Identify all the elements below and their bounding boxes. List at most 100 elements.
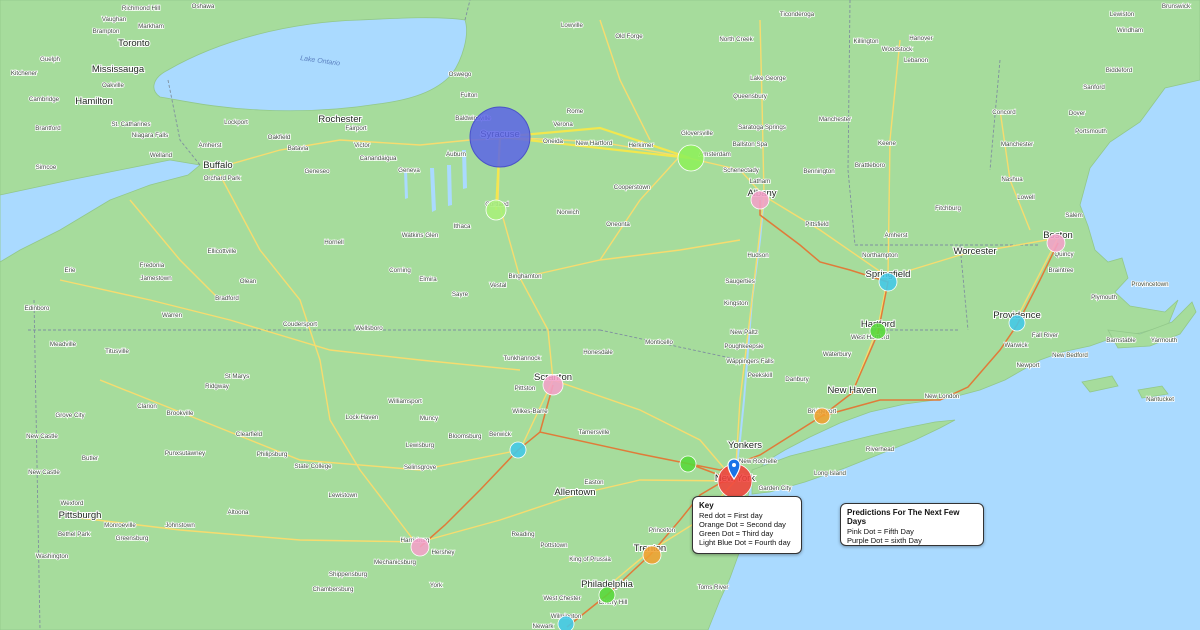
place-label: Clearfield — [236, 431, 263, 438]
place-label: Niagara Falls — [132, 132, 168, 139]
place-label: New Rochelle — [739, 458, 778, 465]
place-label: Greensburg — [116, 535, 149, 542]
storm-marker[interactable] — [1008, 314, 1026, 332]
prediction-line-purple: Purple Dot = sixth Day — [847, 536, 922, 545]
place-label: Bennington — [803, 168, 835, 175]
place-label: Fitchburg — [935, 205, 961, 212]
place-label: Olean — [240, 278, 257, 285]
place-label: Garden City — [758, 485, 792, 492]
city-label: Mississauga — [92, 64, 145, 75]
place-label: Nashua — [1001, 176, 1023, 183]
place-label: Portsmouth — [1075, 128, 1107, 135]
place-label: Erie — [64, 267, 76, 274]
place-label: Auburn — [446, 151, 467, 158]
city-label: Pittsburgh — [59, 510, 102, 521]
predictions-title: Predictions For The Next Few Days — [847, 508, 960, 526]
place-label: Monroeville — [104, 522, 136, 529]
storm-marker[interactable] — [557, 615, 575, 630]
place-label: Hershey — [431, 549, 455, 556]
place-label: Corning — [389, 267, 411, 274]
place-label: Rome — [567, 108, 584, 115]
storm-marker[interactable] — [750, 190, 770, 210]
place-label: Latham — [750, 178, 771, 185]
storm-marker[interactable] — [1046, 233, 1066, 253]
place-label: Warwick — [1004, 342, 1028, 349]
key-line-lightblue: Light Blue Dot = Fourth day — [699, 538, 791, 547]
place-label: Johnstown — [165, 522, 195, 529]
place-label: Amherst — [884, 232, 907, 239]
place-label: Ticonderoga — [780, 11, 815, 18]
place-label: Plymouth — [1091, 294, 1117, 301]
place-label: Lewisburg — [406, 442, 435, 449]
place-label: Newark — [533, 623, 555, 630]
place-label: St. Catharines — [111, 121, 150, 128]
storm-marker[interactable] — [410, 537, 430, 557]
place-label: Simcoe — [36, 164, 57, 171]
storm-marker[interactable] — [869, 322, 887, 340]
place-label: Lowell — [1017, 194, 1035, 201]
place-label: New Castle — [28, 469, 60, 476]
place-label: Nantucket — [1146, 396, 1174, 403]
place-label: Saratoga Springs — [738, 124, 786, 131]
storm-marker[interactable] — [485, 199, 507, 221]
place-label: Sanford — [1083, 84, 1105, 91]
place-label: Kingston — [724, 300, 749, 307]
place-label: Pittsfield — [805, 221, 829, 228]
storm-marker[interactable] — [542, 374, 564, 396]
place-label: Wappingers Falls — [726, 358, 774, 365]
storm-marker[interactable] — [878, 272, 898, 292]
storm-marker[interactable] — [677, 144, 705, 172]
place-label: Selinsgrove — [404, 464, 437, 471]
place-label: Coudersport — [283, 321, 317, 328]
place-label: Long Island — [814, 470, 847, 477]
place-label: Hanover — [909, 35, 932, 42]
place-label: Fall River — [1032, 332, 1058, 339]
place-label: Woodstock — [882, 46, 913, 53]
place-label: Watkins Glen — [402, 232, 439, 239]
storm-marker[interactable] — [813, 407, 831, 425]
storm-marker[interactable] — [679, 455, 697, 473]
place-label: Herkimer — [628, 142, 653, 149]
place-label: Riverhead — [866, 446, 895, 453]
place-label: Barnstable — [1106, 337, 1136, 344]
place-label: Williamsport — [388, 398, 422, 405]
place-label: Oneonta — [606, 221, 630, 228]
place-label: Batavia — [288, 145, 309, 152]
place-label: Ballston Spa — [733, 141, 768, 148]
place-label: Oswego — [449, 71, 472, 78]
place-label: Ithaca — [454, 223, 471, 230]
place-label: New Hartford — [576, 140, 613, 147]
place-label: Lewistown — [329, 492, 358, 499]
city-label: Hamilton — [75, 96, 113, 107]
place-label: Butler — [82, 455, 98, 462]
city-label: Allentown — [554, 487, 595, 498]
place-label: Fairport — [345, 125, 367, 132]
map-canvas[interactable]: Lake Ontario OshawaRichmond HillVaughanM… — [0, 0, 1200, 630]
place-label: Peekskill — [748, 372, 772, 379]
place-label: Jamestown — [140, 275, 172, 282]
storm-marker[interactable] — [469, 106, 531, 168]
storm-marker[interactable] — [509, 441, 527, 459]
key-line-red: Red dot = First day — [699, 511, 763, 520]
place-label: Brantford — [35, 125, 61, 132]
place-label: Danbury — [785, 376, 809, 383]
place-label: Markham — [138, 23, 164, 30]
place-label: Hornell — [324, 239, 344, 246]
place-label: Meadville — [50, 341, 77, 348]
place-label: Oshawa — [192, 3, 215, 10]
place-label: Elmira — [419, 276, 437, 283]
storm-marker[interactable] — [642, 545, 662, 565]
place-label: Lewiston — [1110, 11, 1135, 18]
place-label: Amherst — [198, 142, 221, 149]
city-label: Buffalo — [203, 160, 232, 171]
place-label: Braintree — [1048, 267, 1074, 274]
place-label: Windham — [1117, 27, 1143, 34]
place-label: Killington — [853, 38, 879, 45]
storm-marker[interactable] — [598, 586, 616, 604]
place-label: Monticello — [645, 339, 673, 346]
place-label: Guelph — [40, 56, 61, 63]
place-label: Sayre — [452, 291, 469, 298]
city-label: Yonkers — [728, 440, 762, 451]
place-label: State College — [294, 463, 332, 470]
place-label: Oakville — [102, 82, 125, 89]
